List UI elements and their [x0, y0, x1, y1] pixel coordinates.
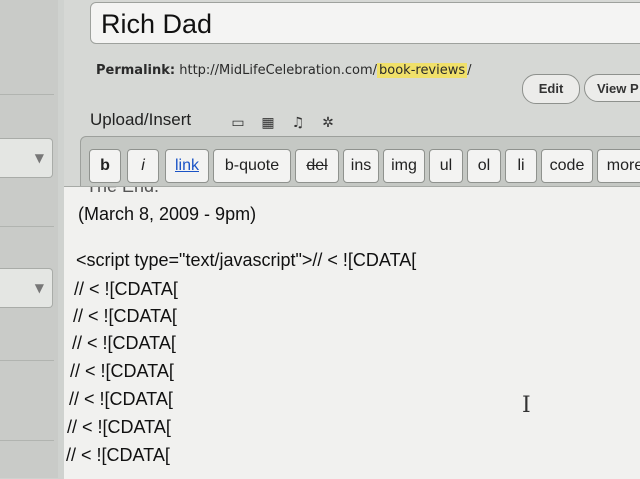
bold-button[interactable]: b: [89, 149, 121, 183]
link-button[interactable]: link: [165, 149, 209, 183]
permalink-edit-button[interactable]: Edit: [522, 74, 580, 104]
editor-line: // < ![CDATA[: [66, 445, 170, 465]
post-content-textarea[interactable]: The End. (March 8, 2009 - 9pm) <script t…: [64, 186, 640, 479]
editor-line: The End.: [86, 186, 160, 196]
editor-line: // < ![CDATA[: [72, 333, 176, 353]
view-post-button[interactable]: View P: [584, 74, 640, 102]
editor-line: // < ![CDATA[: [67, 417, 171, 437]
li-button[interactable]: li: [505, 149, 537, 183]
permalink-trailing: /: [467, 63, 472, 78]
img-button[interactable]: img: [383, 149, 425, 183]
editor-line: // < ![CDATA[: [69, 389, 173, 409]
chevron-down-icon: ▼: [34, 151, 44, 165]
media-icon[interactable]: ✲: [320, 116, 336, 130]
left-sidebar: ▼ ▼: [0, 0, 58, 478]
ins-button[interactable]: ins: [343, 149, 379, 183]
editor-line: // < ![CDATA[: [73, 306, 177, 326]
text-cursor-icon: I: [522, 393, 531, 418]
permalink-slug[interactable]: book-reviews: [377, 63, 468, 78]
del-button[interactable]: del: [295, 149, 339, 183]
sidebar-divider: [0, 94, 54, 95]
permalink-label: Permalink:: [96, 63, 176, 78]
sidebar-divider: [0, 226, 54, 227]
editor-line: (March 8, 2009 - 9pm): [78, 204, 257, 224]
post-title-input[interactable]: Rich Dad: [90, 2, 640, 44]
chevron-down-icon: ▼: [34, 281, 44, 295]
code-button[interactable]: code: [541, 149, 593, 183]
permalink-base-url: http://MidLifeCelebration.com/: [179, 63, 377, 78]
italic-button[interactable]: i: [127, 149, 159, 183]
audio-icon[interactable]: ♫: [290, 116, 306, 130]
ul-button[interactable]: ul: [429, 149, 463, 183]
post-editor: Rich Dad Permalink: http://MidLifeCelebr…: [64, 0, 640, 479]
upload-insert-label: Upload/Insert: [90, 110, 192, 129]
editor-line: <script type="text/javascript">// < ![CD…: [76, 250, 417, 270]
blockquote-button[interactable]: b-quote: [213, 149, 291, 183]
editor-line: // < ![CDATA[: [74, 279, 178, 299]
sidebar-divider: [0, 360, 54, 361]
ol-button[interactable]: ol: [467, 149, 501, 183]
more-button[interactable]: more: [597, 149, 640, 183]
editor-line: // < ![CDATA[: [70, 361, 174, 381]
image-icon[interactable]: ▭: [230, 116, 246, 130]
video-icon[interactable]: ▦: [260, 116, 276, 130]
sidebar-divider: [0, 440, 54, 441]
sidebar-dropdown-1[interactable]: ▼: [0, 138, 53, 178]
permalink-row: Permalink: http://MidLifeCelebration.com…: [96, 63, 472, 78]
sidebar-dropdown-2[interactable]: ▼: [0, 268, 53, 308]
